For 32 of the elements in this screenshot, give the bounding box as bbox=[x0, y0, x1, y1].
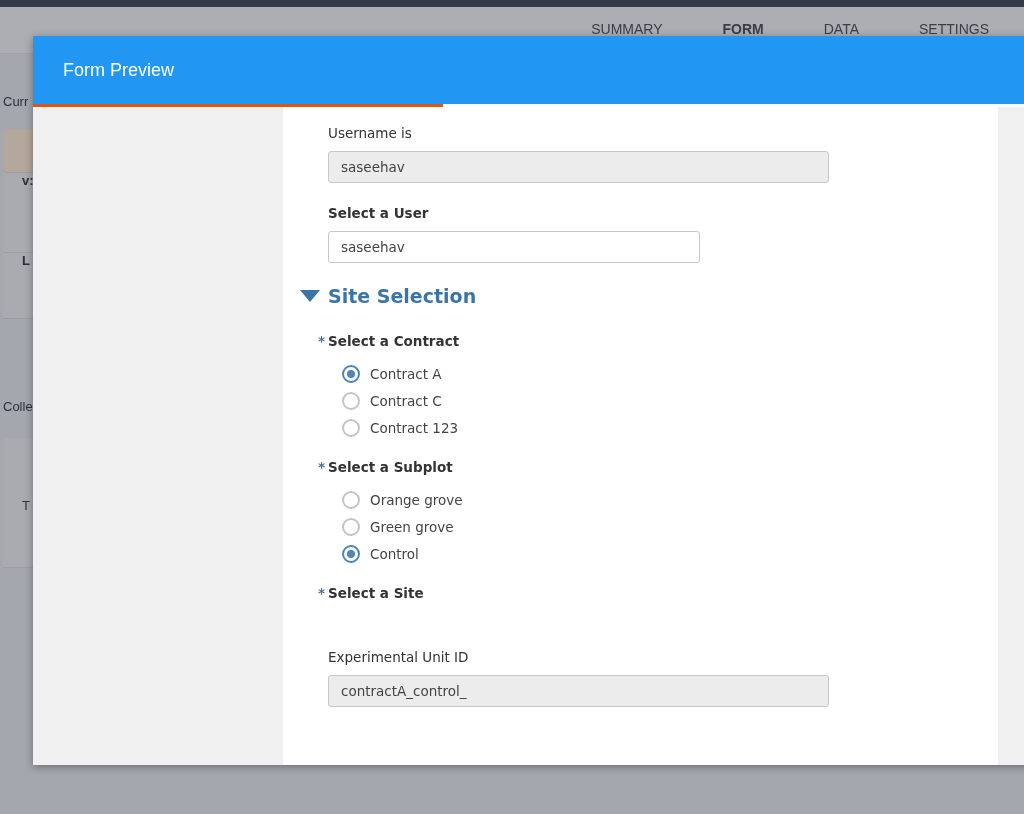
readonly-field: contractA_control_ bbox=[328, 675, 829, 707]
radio-button[interactable] bbox=[342, 491, 360, 509]
field-label: Username is bbox=[328, 125, 413, 141]
radio-label[interactable]: Contract C bbox=[370, 393, 442, 409]
radio-label[interactable]: Orange grove bbox=[370, 492, 463, 508]
required-asterisk: * bbox=[318, 585, 327, 601]
input-field[interactable]: saseehav bbox=[328, 231, 700, 263]
radio-label[interactable]: Contract A bbox=[370, 366, 442, 382]
required-asterisk: * bbox=[318, 459, 327, 475]
row-text: L bbox=[22, 253, 30, 268]
radio-label[interactable]: Green grove bbox=[370, 519, 454, 535]
nav-tab[interactable]: DATA bbox=[823, 7, 859, 36]
radio-label[interactable]: Control bbox=[370, 546, 419, 562]
section-label: Curr bbox=[3, 94, 29, 109]
radio-label[interactable]: Contract 123 bbox=[370, 420, 459, 436]
radio-button[interactable] bbox=[342, 419, 360, 437]
radio-button[interactable] bbox=[342, 365, 360, 383]
radio-button[interactable] bbox=[342, 392, 360, 410]
card-text: T bbox=[22, 498, 30, 513]
nav-tab[interactable]: FORM bbox=[722, 7, 764, 36]
section-label: Colle bbox=[3, 399, 33, 414]
readonly-field: saseehav bbox=[328, 151, 829, 183]
section-header[interactable]: Site Selection bbox=[300, 285, 998, 307]
required-asterisk: * bbox=[318, 333, 327, 349]
radio-button[interactable] bbox=[342, 518, 360, 536]
field-label: Select a User bbox=[328, 205, 430, 221]
version-text: v: bbox=[22, 173, 34, 188]
radio-button[interactable] bbox=[342, 545, 360, 563]
nav-tab[interactable]: SUMMARY bbox=[591, 7, 663, 36]
dialog-title: Form Preview bbox=[63, 59, 174, 81]
nav-tab[interactable]: SETTINGS bbox=[919, 7, 989, 36]
field-label: Experimental Unit ID bbox=[328, 649, 470, 665]
